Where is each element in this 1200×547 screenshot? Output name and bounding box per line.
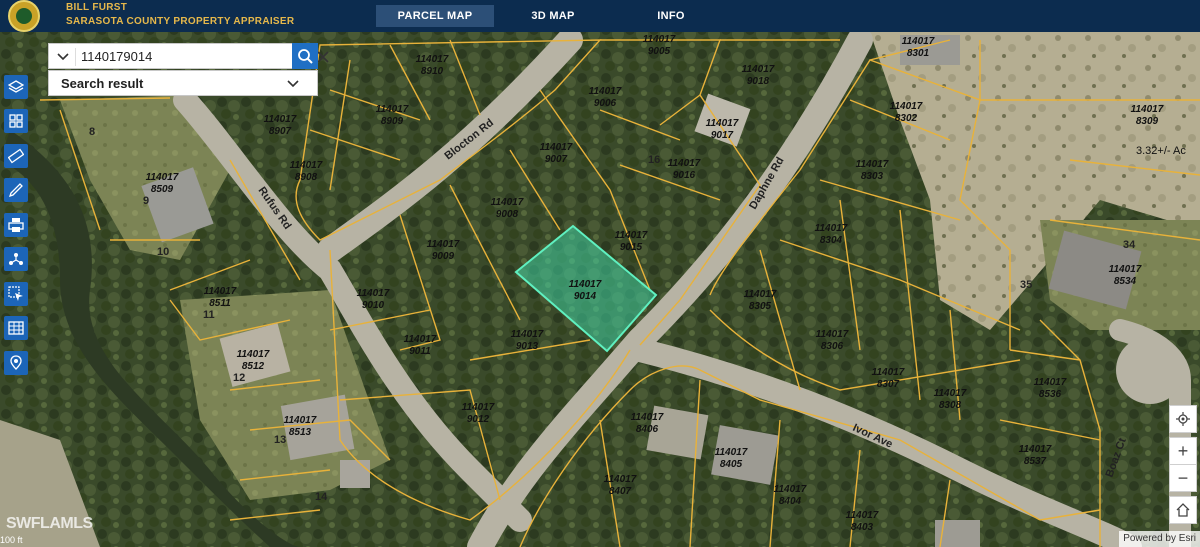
select-button[interactable] xyxy=(4,282,28,306)
tab-parcel-map[interactable]: PARCEL MAP xyxy=(376,5,494,27)
locate-pin-icon xyxy=(10,355,22,370)
zoom-in-button[interactable]: + xyxy=(1169,437,1197,465)
basemap-button[interactable] xyxy=(4,109,28,133)
tab-info[interactable]: INFO xyxy=(612,5,730,27)
zoom-out-button[interactable]: − xyxy=(1169,464,1197,492)
select-icon xyxy=(8,286,23,301)
lot-number: 14 xyxy=(315,491,328,503)
chevron-down-icon[interactable] xyxy=(55,49,71,65)
lot-number: 10 xyxy=(157,246,169,258)
mls-watermark: SWFLAMLS xyxy=(6,515,93,532)
draw-icon xyxy=(8,183,23,198)
home-button[interactable] xyxy=(1169,496,1197,524)
tab-3d-map[interactable]: 3D MAP xyxy=(494,5,612,27)
search-box xyxy=(48,43,329,69)
appraiser-name: BILL FURST xyxy=(66,2,128,13)
search-result-label: Search result xyxy=(61,76,144,91)
lot-number: 34 xyxy=(1123,239,1136,251)
crosshair-icon xyxy=(1176,412,1190,426)
measure-icon xyxy=(8,148,24,164)
print-icon xyxy=(8,218,24,232)
draw-button[interactable] xyxy=(4,178,28,202)
table-button[interactable] xyxy=(4,316,28,340)
locate-button[interactable] xyxy=(4,351,28,375)
search-result-dropdown[interactable]: Search result xyxy=(48,70,318,96)
table-icon xyxy=(8,321,24,335)
share-button[interactable] xyxy=(4,247,28,271)
county-seal-logo xyxy=(8,0,40,32)
lot-number: 11 xyxy=(203,309,215,321)
print-button[interactable] xyxy=(4,213,28,237)
search-input[interactable] xyxy=(81,47,271,65)
lot-number: 9 xyxy=(143,195,149,207)
basemap-grid-icon xyxy=(9,114,23,128)
acreage-label: 3.32+/- Ac xyxy=(1136,145,1186,157)
my-location-button[interactable] xyxy=(1169,405,1197,433)
map-attribution[interactable]: Powered by Esri xyxy=(1119,531,1200,547)
layers-icon xyxy=(8,80,24,93)
lot-number: 13 xyxy=(274,434,286,446)
scale-bar-label: 100 ft xyxy=(0,535,23,545)
layers-button[interactable] xyxy=(4,75,28,99)
lot-number: 12 xyxy=(233,372,245,384)
office-name: SARASOTA COUNTY PROPERTY APPRAISER xyxy=(66,16,295,27)
search-button[interactable] xyxy=(292,43,318,69)
app-header: BILL FURST SARASOTA COUNTY PROPERTY APPR… xyxy=(0,0,1200,32)
lot-number: 16 xyxy=(648,154,660,166)
measure-button[interactable] xyxy=(4,144,28,168)
divider xyxy=(75,48,76,66)
lot-number: 8 xyxy=(89,126,95,138)
home-icon xyxy=(1176,503,1190,517)
lot-number: 35 xyxy=(1020,279,1032,291)
search-icon xyxy=(298,49,313,64)
chevron-down-icon xyxy=(287,80,299,88)
share-icon xyxy=(9,253,23,265)
